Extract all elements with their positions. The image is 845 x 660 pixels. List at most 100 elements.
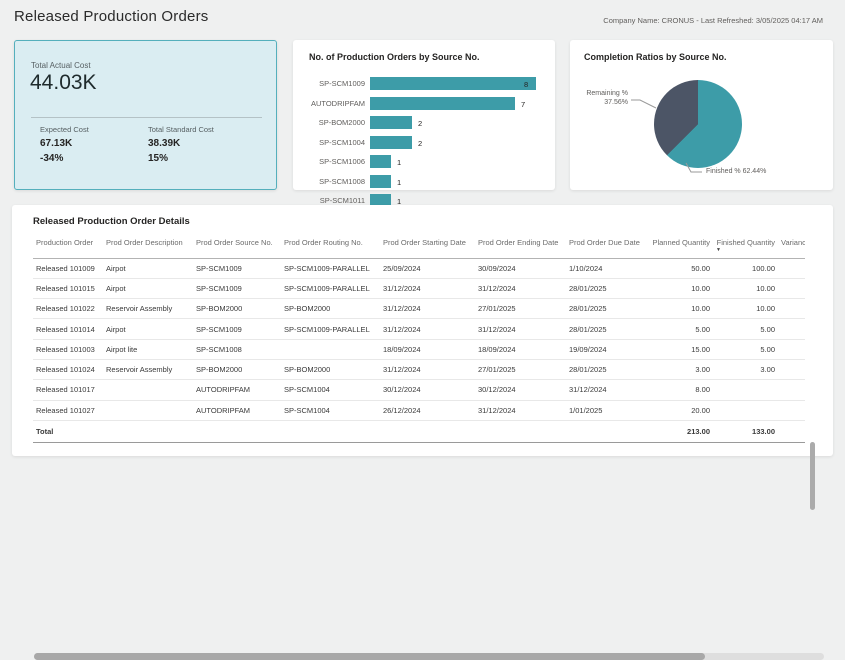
table-cell [713, 380, 778, 400]
table-cell: 10.00 [713, 278, 778, 298]
table-cell [193, 420, 281, 442]
total-row[interactable]: Total213.00133.00 [33, 420, 805, 442]
kpi-secondary-label: Total Standard Cost [148, 125, 258, 134]
bar-value-label: 2 [418, 139, 422, 148]
table-cell: SP-SCM1009-PARALLEL [281, 319, 380, 339]
kpi-secondary-delta: 15% [148, 153, 258, 164]
table-cell: SP-SCM1004 [281, 400, 380, 420]
bar-row[interactable]: SP-BOM2000 2 [293, 115, 555, 135]
table-cell [778, 359, 805, 379]
table-cell: 5.00 [713, 339, 778, 359]
table-cell: Airpot [103, 258, 193, 278]
table-cell [713, 400, 778, 420]
bar[interactable] [370, 136, 412, 149]
column-header[interactable]: Finished Quantity▼ [713, 233, 778, 258]
vertical-scrollbar[interactable] [810, 442, 815, 654]
bar-track: 2 [370, 136, 540, 149]
bar-row[interactable]: AUTODRIPFAM 7 [293, 96, 555, 116]
bar[interactable] [370, 77, 536, 90]
table-cell: SP-SCM1008 [193, 339, 281, 359]
table-cell: 8.00 [648, 380, 713, 400]
table-cell: 28/01/2025 [566, 278, 648, 298]
table-cell: Airpot [103, 319, 193, 339]
kpi-secondary-standard-cost: Total Standard Cost 38.39K 15% [148, 125, 258, 164]
table-row[interactable]: Released 101014AirpotSP-SCM1009SP-SCM100… [33, 319, 805, 339]
kpi-card-total-actual-cost[interactable]: Total Actual Cost 44.03K Expected Cost 6… [14, 40, 277, 190]
table-cell: Released 101024 [33, 359, 103, 379]
table-row[interactable]: Released 101024Reservoir AssemblySP-BOM2… [33, 359, 805, 379]
table-cell: SP-SCM1009 [193, 319, 281, 339]
table-cell [103, 400, 193, 420]
table-cell: 31/12/2024 [380, 299, 475, 319]
bar-track: 8 [370, 77, 540, 90]
column-header[interactable]: Prod Order Ending Date [475, 233, 566, 258]
table-cell: 31/12/2024 [566, 380, 648, 400]
bar-row[interactable]: SP-SCM1006 1 [293, 154, 555, 174]
table-cell: Airpot lite [103, 339, 193, 359]
kpi-primary-label: Total Actual Cost [31, 61, 91, 70]
table-cell: 1/10/2024 [566, 258, 648, 278]
horizontal-scrollbar[interactable] [34, 653, 824, 660]
column-header[interactable]: Variance [778, 233, 805, 258]
table-row[interactable]: Released 101015AirpotSP-SCM1009SP-SCM100… [33, 278, 805, 298]
column-header[interactable]: Prod Order Due Date [566, 233, 648, 258]
kpi-secondary-label: Expected Cost [40, 125, 150, 134]
bar-value-label: 8 [524, 80, 528, 89]
table-cell [103, 420, 193, 442]
table-cell: Airpot [103, 278, 193, 298]
table-cell: SP-BOM2000 [281, 299, 380, 319]
bar[interactable] [370, 116, 412, 129]
table-cell [778, 380, 805, 400]
column-header[interactable]: Prod Order Description [103, 233, 193, 258]
bar-row[interactable]: SP-SCM1004 2 [293, 135, 555, 155]
column-header[interactable]: Prod Order Source No. [193, 233, 281, 258]
leader-lines [570, 70, 833, 190]
column-header[interactable]: Planned Quantity [648, 233, 713, 258]
table-cell: 5.00 [648, 319, 713, 339]
table-cell: 27/01/2025 [475, 359, 566, 379]
table-cell: Reservoir Assembly [103, 299, 193, 319]
table-cell: SP-SCM1004 [281, 380, 380, 400]
table-cell [778, 400, 805, 420]
table-cell: 30/09/2024 [475, 258, 566, 278]
table-cell: SP-SCM1009 [193, 278, 281, 298]
horizontal-scrollbar-thumb[interactable] [34, 653, 705, 660]
table-row[interactable]: Released 101009AirpotSP-SCM1009SP-SCM100… [33, 258, 805, 278]
table-row[interactable]: Released 101003Airpot liteSP-SCM100818/0… [33, 339, 805, 359]
table-cell [103, 380, 193, 400]
table-cell: 25/09/2024 [380, 258, 475, 278]
table-cell: 50.00 [648, 258, 713, 278]
table-card[interactable]: Released Production Order Details Produc… [12, 205, 833, 456]
table-cell: 30/12/2024 [380, 380, 475, 400]
kpi-primary-value: 44.03K [30, 71, 97, 95]
table-cell [281, 420, 380, 442]
bar-row[interactable]: SP-SCM1008 1 [293, 174, 555, 194]
table-cell [778, 339, 805, 359]
table-row[interactable]: Released 101022Reservoir AssemblySP-BOM2… [33, 299, 805, 319]
table-row[interactable]: Released 101027AUTODRIPFAMSP-SCM100426/1… [33, 400, 805, 420]
table-cell: Released 101017 [33, 380, 103, 400]
column-header[interactable]: Production Order [33, 233, 103, 258]
bar-category-label: SP-SCM1004 [293, 138, 365, 147]
column-header[interactable]: Prod Order Routing No. [281, 233, 380, 258]
table-cell: 10.00 [648, 278, 713, 298]
bar-value-label: 7 [521, 100, 525, 109]
table-cell: 31/12/2024 [380, 319, 475, 339]
table-cell [475, 420, 566, 442]
table-row[interactable]: Released 101017AUTODRIPFAMSP-SCM100430/1… [33, 380, 805, 400]
bar[interactable] [370, 97, 515, 110]
pie-chart-card[interactable]: Completion Ratios by Source No. Remainin… [570, 40, 833, 190]
bar[interactable] [370, 175, 391, 188]
bar-category-label: SP-SCM1008 [293, 177, 365, 186]
table-cell: 15.00 [648, 339, 713, 359]
bar-value-label: 1 [397, 178, 401, 187]
table-cell: 28/01/2025 [566, 359, 648, 379]
column-header[interactable]: Prod Order Starting Date [380, 233, 475, 258]
bar-value-label: 2 [418, 119, 422, 128]
bar-chart-card[interactable]: No. of Production Orders by Source No. S… [293, 40, 555, 190]
bar-row[interactable]: SP-SCM1009 8 [293, 76, 555, 96]
table-cell: 10.00 [713, 299, 778, 319]
table-cell: 5.00 [713, 319, 778, 339]
vertical-scrollbar-thumb[interactable] [810, 442, 815, 510]
bar[interactable] [370, 155, 391, 168]
